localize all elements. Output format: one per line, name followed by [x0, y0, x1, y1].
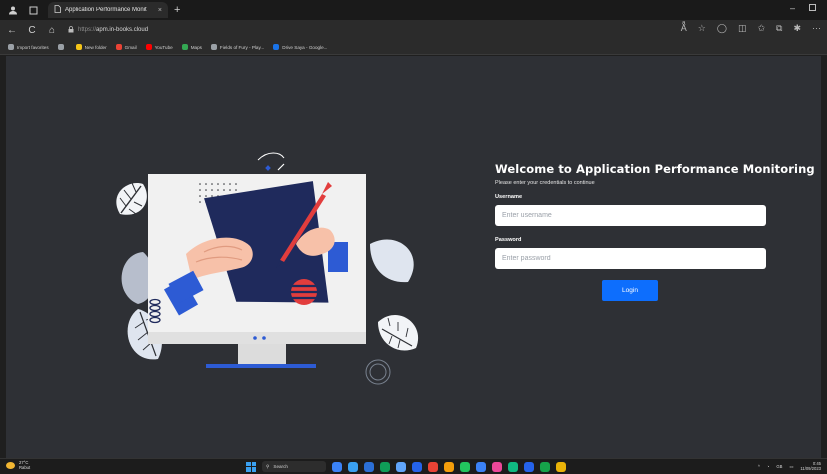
favorite-icon: [145, 44, 152, 50]
favorites-bar: Import favorites New folder Gmail YouTube Ma…: [0, 40, 827, 55]
favorite-item[interactable]: Drive Saya - Google...: [273, 44, 327, 50]
browser-tab[interactable]: Application Performance Monit ×: [48, 2, 168, 18]
taskbar-apps: ⚲ Search: [246, 461, 566, 472]
leaf-right-icon: [365, 239, 419, 385]
login-title: Welcome to Application Performance Monit…: [495, 162, 815, 176]
browser-toolbar: Aͣ ☆ ◯ ◫ ✩ ⧉ ✱ ···: [681, 23, 821, 34]
taskbar-app-icon[interactable]: [428, 461, 438, 472]
url-prefix: https://: [78, 27, 97, 33]
favorite-label: Drive Saya - Google...: [282, 44, 328, 50]
address-bar-row: ← C ⌂ https://apm.in-books.cloud Aͣ ☆ ◯ …: [0, 20, 827, 40]
minimize-icon[interactable]: –: [790, 3, 795, 13]
clock[interactable]: 0:45 11/09/2023: [800, 461, 821, 471]
username-input[interactable]: [495, 205, 766, 226]
favorite-label: Import favorites: [17, 44, 49, 50]
windows-start-icon[interactable]: [246, 461, 256, 472]
favorite-icon: [181, 44, 188, 50]
extensions-icon[interactable]: ◯: [717, 23, 727, 34]
weather-icon: [6, 461, 15, 469]
clock-date: 11/09/2023: [800, 466, 821, 471]
window-controls: –: [790, 3, 817, 13]
favorite-label: YouTube: [154, 44, 173, 50]
taskbar-search[interactable]: ⚲ Search: [262, 461, 326, 472]
taskbar-app-icon[interactable]: [444, 461, 454, 472]
read-aloud-icon[interactable]: Aͣ: [681, 23, 687, 34]
browser-window: Application Performance Monit × + – ← C …: [0, 0, 827, 474]
taskbar-app-icon[interactable]: [364, 461, 374, 472]
lock-icon[interactable]: [68, 25, 74, 35]
favorite-icon: [8, 44, 14, 50]
back-icon[interactable]: ←: [4, 25, 20, 36]
tray-chevron-icon[interactable]: ^: [758, 464, 760, 469]
taskbar-app-icon[interactable]: [412, 461, 422, 472]
weather-desc: Rabut: [19, 465, 31, 470]
favorite-icon: [210, 44, 217, 50]
favorite-item[interactable]: YouTube: [145, 44, 173, 50]
login-subtitle: Please enter your credentials to continu…: [495, 180, 595, 186]
tab-actions-icon[interactable]: [26, 3, 40, 17]
taskbar: 27°C Rabut ⚲ Search ^ ◔ GB ▭ 0:45 11/09/…: [0, 458, 827, 474]
taskbar-app-icon[interactable]: [508, 461, 518, 472]
favorite-item[interactable]: Gmail: [115, 44, 137, 50]
favorite-item[interactable]: Maps: [181, 44, 202, 50]
tab-strip: Application Performance Monit × + –: [0, 0, 827, 20]
url-text: apm.in-books.cloud: [96, 27, 149, 33]
taskbar-app-icon[interactable]: [396, 461, 406, 472]
favorite-label: Fields of Fury - Play...: [219, 44, 265, 50]
username-label: Username: [495, 194, 523, 200]
language-indicator[interactable]: GB: [776, 464, 782, 469]
battery-icon[interactable]: ▭: [789, 464, 793, 469]
refresh-icon[interactable]: C: [24, 25, 40, 36]
favorite-label: Gmail: [124, 44, 137, 50]
weather-widget[interactable]: 27°C Rabut: [6, 460, 30, 470]
favorite-icon: [115, 44, 122, 50]
taskbar-app-icon[interactable]: [460, 461, 470, 472]
new-tab-button[interactable]: +: [174, 4, 180, 16]
search-icon: ⚲: [266, 463, 270, 469]
taskbar-search-label: Search: [273, 464, 288, 469]
system-tray: ^ ◔ GB ▭ 0:45 11/09/2023: [758, 461, 821, 471]
password-input[interactable]: [495, 248, 766, 269]
copilot-icon[interactable]: ✱: [793, 23, 801, 34]
taskbar-app-icon[interactable]: [492, 461, 502, 472]
illustration: [116, 152, 419, 385]
leaf-left-icon: [116, 182, 147, 215]
tab-title: Application Performance Monit: [65, 7, 147, 13]
taskbar-app-icon[interactable]: [332, 461, 342, 472]
favorite-item[interactable]: Import favorites: [8, 44, 49, 50]
split-screen-icon[interactable]: ◫: [738, 23, 747, 34]
favorite-star-icon[interactable]: ☆: [698, 23, 706, 34]
weather-text: 27°C Rabut: [19, 460, 30, 470]
favorite-item[interactable]: Fields of Fury - Play...: [210, 44, 265, 50]
home-icon[interactable]: ⌂: [44, 25, 60, 36]
taskbar-app-icon[interactable]: [380, 461, 390, 472]
stripe-circle: [291, 279, 317, 305]
taskbar-app-icon[interactable]: [476, 461, 486, 472]
login-page: Welcome to Application Performance Monit…: [6, 56, 821, 458]
favorite-icon: [57, 44, 64, 50]
login-form: Welcome to Application Performance Monit…: [495, 162, 815, 301]
address-bar[interactable]: https://apm.in-books.cloud: [68, 25, 149, 35]
favorite-icon: [273, 44, 280, 50]
favorites-icon[interactable]: ✩: [757, 23, 765, 34]
page-icon: [54, 5, 61, 15]
favorite-label: Maps: [190, 44, 202, 50]
collections-icon[interactable]: ⧉: [776, 23, 782, 34]
favorite-item[interactable]: [57, 44, 67, 50]
password-label: Password: [495, 237, 522, 243]
taskbar-app-icon[interactable]: [556, 461, 566, 472]
login-button[interactable]: Login: [602, 280, 658, 301]
taskbar-app-icon[interactable]: [540, 461, 550, 472]
tab-close-icon[interactable]: ×: [158, 7, 162, 14]
taskbar-app-icon[interactable]: [348, 461, 358, 472]
taskbar-app-icon[interactable]: [524, 461, 534, 472]
more-icon[interactable]: ···: [812, 23, 821, 34]
wifi-icon[interactable]: ◔: [767, 464, 770, 469]
favorite-label: New folder: [84, 44, 107, 50]
restore-icon[interactable]: [809, 3, 817, 13]
profile-icon[interactable]: [6, 3, 20, 17]
favorite-item[interactable]: New folder: [75, 44, 107, 50]
favorite-icon: [75, 44, 82, 50]
